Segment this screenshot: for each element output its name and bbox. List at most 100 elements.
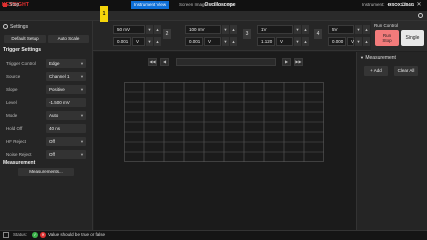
- ch4-offset-input[interactable]: 0.000: [328, 37, 346, 46]
- slope-value: Positive: [49, 87, 65, 92]
- stop-label: Stop: [9, 2, 20, 8]
- ok-icon: ✓: [32, 232, 38, 238]
- trigger-settings-title: Trigger Settings: [3, 47, 42, 53]
- horizontal-position-bar[interactable]: [176, 58, 276, 66]
- instrument-label: Instrument:: [362, 2, 385, 7]
- ch2-unit-select[interactable]: V: [204, 37, 221, 46]
- hf-reject-select[interactable]: Off ▼: [46, 137, 86, 146]
- trigger-control-label: Trigger Control: [6, 61, 36, 66]
- oscilloscope-app: KEYSIGHT Oscilloscope – □ ✕ Stop Instrum…: [0, 0, 427, 240]
- status-message: Value should be true or false: [48, 232, 105, 237]
- chevron-down-icon: ▼: [80, 113, 84, 118]
- chevron-up-icon[interactable]: ▲: [230, 25, 237, 34]
- source-value: Channel 1: [49, 74, 70, 79]
- ch4-scale-input[interactable]: 5V: [328, 25, 354, 34]
- chevron-down-icon[interactable]: ▼: [222, 37, 229, 46]
- ch3-unit-select[interactable]: V: [276, 37, 293, 46]
- status-label: Status:: [13, 232, 28, 237]
- hold-off-value: 40 ns: [49, 126, 61, 131]
- trigger-control-value: Edge: [49, 61, 60, 66]
- mode-label: Mode: [6, 113, 18, 118]
- mode-value: Auto: [49, 113, 59, 118]
- mode-select[interactable]: Auto ▼: [46, 111, 86, 120]
- chevron-down-icon[interactable]: ▼: [355, 25, 362, 34]
- chevron-down-icon[interactable]: ▼: [294, 37, 301, 46]
- close-icon[interactable]: ✕: [413, 1, 425, 10]
- ch1-unit-select[interactable]: V: [132, 37, 145, 46]
- source-label: Source: [6, 74, 21, 79]
- run-stop-button[interactable]: Run Stop: [375, 30, 399, 46]
- add-measurement-button[interactable]: + Add: [364, 66, 388, 76]
- settings-header: Settings: [10, 24, 29, 30]
- channel-2-label: 2: [163, 29, 171, 39]
- auto-scale-button[interactable]: Auto Scale: [48, 35, 89, 43]
- chevron-down-icon[interactable]: ▼: [146, 37, 153, 46]
- channel-3-label: 3: [243, 29, 251, 39]
- chevron-up-icon[interactable]: ▲: [363, 37, 370, 46]
- zoom-out-icon[interactable]: ◀◀: [148, 58, 157, 66]
- ch2-scale-input[interactable]: 100 mV: [185, 25, 221, 34]
- single-button[interactable]: Single: [401, 30, 424, 46]
- chevron-down-icon[interactable]: ▼: [222, 25, 229, 34]
- slope-select[interactable]: Positive ▼: [46, 85, 86, 94]
- chevron-down-icon: ▼: [80, 139, 84, 144]
- clear-all-button[interactable]: Clear All: [394, 66, 418, 76]
- chevron-down-icon[interactable]: ▼: [355, 37, 362, 46]
- waveform-graticule: [124, 82, 324, 162]
- chevron-up-icon[interactable]: ▲: [154, 25, 161, 34]
- trigger-control-select[interactable]: Edge ▼: [46, 59, 86, 68]
- chevron-up-icon[interactable]: ▲: [302, 37, 309, 46]
- stop-square-icon: [3, 2, 7, 7]
- measurement-panel-label: Measurement: [365, 55, 396, 61]
- chevron-down-icon: ▼: [80, 87, 84, 92]
- ch3-offset-input[interactable]: 1.120: [257, 37, 275, 46]
- chevron-down-icon: ▼: [360, 55, 364, 60]
- level-input[interactable]: -1.500 mV: [46, 98, 86, 107]
- measurement-panel-title: ▼ Measurement: [360, 55, 396, 61]
- scroll-right-icon[interactable]: ▶: [282, 58, 291, 66]
- ch1-offset-input[interactable]: 0.001: [113, 37, 131, 46]
- zoom-in-icon[interactable]: ▶▶: [294, 58, 303, 66]
- channel-1-color-tag: 1: [100, 6, 108, 22]
- chevron-up-icon[interactable]: ▲: [363, 25, 370, 34]
- hf-reject-value: Off: [49, 139, 55, 144]
- noise-reject-label: Noise Reject: [6, 152, 32, 157]
- status-toggle-icon[interactable]: [3, 232, 9, 238]
- slope-label: Slope: [6, 87, 18, 92]
- ch2-offset-input[interactable]: 0.001: [185, 37, 203, 46]
- noise-reject-select[interactable]: Off ▼: [46, 150, 86, 159]
- tab-trace-data[interactable]: Trace Data: [208, 1, 236, 9]
- measurement-panel: [356, 52, 427, 230]
- ch4-unit-select[interactable]: V: [347, 37, 354, 46]
- chevron-up-icon[interactable]: ▲: [230, 37, 237, 46]
- chevron-down-icon: ▼: [80, 74, 84, 79]
- tab-instrument-view[interactable]: Instrument View: [131, 1, 170, 9]
- hold-off-input[interactable]: 40 ns: [46, 124, 86, 133]
- chevron-down-icon[interactable]: ▼: [146, 25, 153, 34]
- chevron-up-icon[interactable]: ▲: [154, 37, 161, 46]
- chevron-down-icon: ▼: [80, 152, 84, 157]
- hf-reject-label: HF Reject: [6, 139, 27, 144]
- noise-reject-value: Off: [49, 152, 55, 157]
- level-value: -1.500 mV: [49, 100, 70, 105]
- hold-off-label: Hold Off: [6, 126, 23, 131]
- gear-icon[interactable]: [418, 13, 423, 18]
- chevron-down-icon[interactable]: ▼: [294, 25, 301, 34]
- chevron-up-icon[interactable]: ▲: [302, 25, 309, 34]
- ch3-scale-input[interactable]: 1V: [257, 25, 293, 34]
- default-setup-button[interactable]: Default Setup: [4, 35, 46, 43]
- tab-bar: [0, 11, 427, 21]
- instrument-select[interactable]: DSOX1204G: [388, 1, 414, 9]
- measurements-button[interactable]: Measurements...: [18, 168, 74, 176]
- source-select[interactable]: Channel 1 ▼: [46, 72, 86, 81]
- level-label: Level: [6, 100, 17, 105]
- tab-screen-image[interactable]: Screen Image: [176, 1, 210, 9]
- channel-4-label: 4: [314, 29, 322, 39]
- stop-button[interactable]: Stop: [3, 1, 31, 9]
- measurement-title: Measurement: [3, 160, 36, 166]
- chevron-down-icon: ▼: [80, 61, 84, 66]
- error-icon: ✕: [40, 232, 46, 238]
- scroll-left-icon[interactable]: ◀: [160, 58, 169, 66]
- ch1-scale-input[interactable]: 50 mV: [113, 25, 145, 34]
- run-control-title: Run Control: [374, 23, 399, 28]
